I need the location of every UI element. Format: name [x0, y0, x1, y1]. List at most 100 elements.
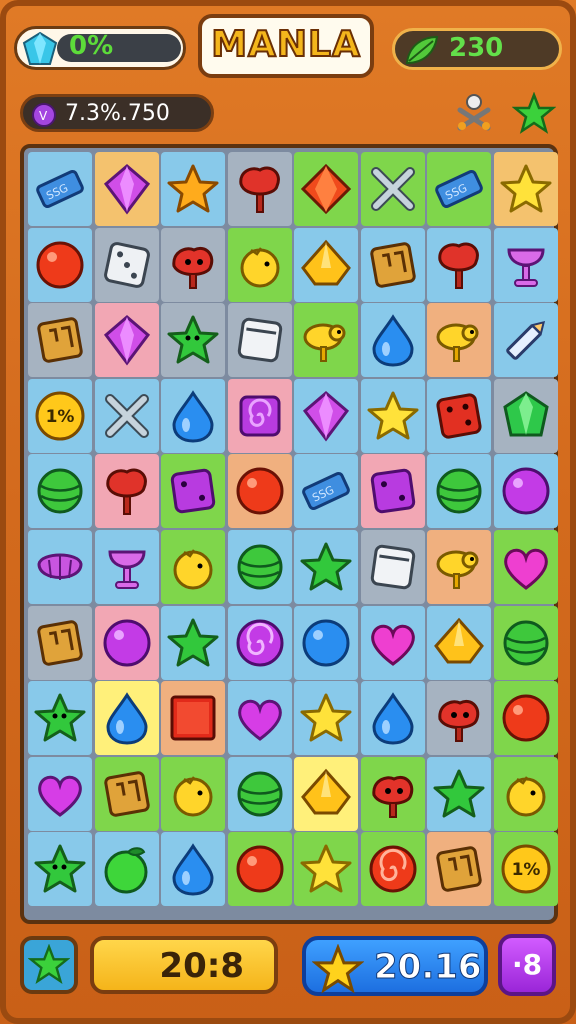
blue-drop-icon: [172, 390, 214, 443]
green-star-creature-icon: [34, 844, 86, 893]
tile-purple-die[interactable]: [161, 454, 225, 529]
leaf-counter[interactable]: 230: [392, 28, 562, 70]
tile-green-candy[interactable]: [227, 529, 292, 604]
tile-silver-tools[interactable]: [360, 152, 425, 226]
tile-green-star[interactable]: [294, 529, 358, 604]
tile-white-box[interactable]: [360, 529, 425, 604]
tools-icon[interactable]: [452, 92, 496, 136]
tile-red-tree[interactable]: [227, 152, 292, 226]
tile-green-star[interactable]: [427, 756, 491, 831]
tile-yellow-star[interactable]: [493, 152, 558, 226]
tile-purple-gem[interactable]: [94, 303, 159, 378]
tile-percent-coin[interactable]: 1%: [28, 378, 92, 453]
tile-yellow-chick[interactable]: [227, 227, 292, 302]
tile-yellow-diamond[interactable]: [427, 605, 491, 680]
tile-yellow-chick[interactable]: [161, 529, 225, 604]
tile-blue-bar[interactable]: SSG: [294, 454, 358, 529]
tile-white-die[interactable]: [94, 227, 159, 302]
tile-purple-goblet[interactable]: [493, 227, 558, 302]
tile-green-candy[interactable]: [493, 605, 558, 680]
tile-blue-bar[interactable]: SSG: [427, 152, 491, 226]
tile-brown-crate[interactable]: [28, 605, 92, 680]
tile-brown-crate[interactable]: [360, 227, 425, 302]
tile-yellow-diamond[interactable]: [294, 756, 358, 831]
tile-purple-heart[interactable]: [28, 756, 92, 831]
blue-bar-icon: SSG: [36, 169, 84, 209]
tile-green-star-creature[interactable]: [161, 303, 225, 378]
tile-brown-crate[interactable]: [427, 832, 491, 907]
tile-red-ball[interactable]: [227, 454, 292, 529]
tile-green-candy[interactable]: [28, 454, 92, 529]
tile-silver-tools[interactable]: [94, 378, 159, 453]
pencil-icon: [505, 321, 545, 360]
tile-purple-die[interactable]: [360, 454, 425, 529]
tile-red-creature[interactable]: [427, 681, 491, 756]
red-creature-icon: [172, 246, 214, 289]
tile-purple-gem[interactable]: [94, 152, 159, 226]
tile-yellow-star[interactable]: [360, 378, 425, 453]
tile-green-star[interactable]: [161, 605, 225, 680]
tile-blue-drop[interactable]: [360, 681, 425, 756]
tile-brown-crate[interactable]: [28, 303, 92, 378]
gem-counter[interactable]: 0%: [14, 26, 186, 70]
tile-red-diamond[interactable]: [294, 152, 358, 226]
tile-green-star-creature[interactable]: [28, 832, 92, 907]
tile-red-ball[interactable]: [28, 227, 92, 302]
gem-counter-value: 0%: [69, 31, 114, 61]
tile-yellow-bird[interactable]: [427, 303, 491, 378]
stars-counter[interactable]: 20.16: [302, 936, 488, 996]
tile-pink-heart[interactable]: [360, 605, 425, 680]
tile-red-creature[interactable]: [360, 756, 425, 831]
tile-green-candy[interactable]: [227, 756, 292, 831]
tile-green-star-creature[interactable]: [28, 681, 92, 756]
star-icon[interactable]: [512, 92, 556, 136]
tile-green-candy[interactable]: [427, 454, 491, 529]
tile-purple-swirl[interactable]: [227, 605, 292, 680]
tile-red-ball[interactable]: [227, 832, 292, 907]
tile-yellow-diamond[interactable]: [294, 227, 358, 302]
purple-gem-icon: [103, 315, 150, 366]
leaf-counter-value: 230: [449, 33, 504, 63]
tile-red-die[interactable]: [427, 378, 491, 453]
tile-red-tree[interactable]: [427, 227, 491, 302]
tile-percent-coin[interactable]: 1%: [493, 832, 558, 907]
tile-purple-goblet[interactable]: [94, 529, 159, 604]
tile-purple-ball[interactable]: [493, 454, 558, 529]
tile-purple-shell[interactable]: [28, 529, 92, 604]
tile-yellow-star[interactable]: [294, 832, 358, 907]
tile-red-creature[interactable]: [161, 227, 225, 302]
tile-purple-heart[interactable]: [227, 681, 292, 756]
red-swirl-icon: [369, 845, 416, 893]
tile-red-swirl[interactable]: [360, 832, 425, 907]
yellow-bird-icon: [436, 323, 479, 363]
star-booster-button[interactable]: [20, 936, 78, 994]
moves-counter[interactable]: ·8: [498, 934, 556, 996]
tile-red-tree[interactable]: [94, 454, 159, 529]
tile-red-ball[interactable]: [493, 681, 558, 756]
tile-blue-drop[interactable]: [161, 832, 225, 907]
tile-purple-ball[interactable]: [94, 605, 159, 680]
star-icon: [28, 944, 70, 985]
tile-yellow-chick[interactable]: [493, 756, 558, 831]
tile-white-box[interactable]: [227, 303, 292, 378]
tile-pink-heart[interactable]: [493, 529, 558, 604]
tile-purple-swirl-box[interactable]: [227, 378, 292, 453]
tile-yellow-star[interactable]: [294, 681, 358, 756]
white-die-icon: [103, 241, 150, 288]
tile-blue-drop[interactable]: [94, 681, 159, 756]
tile-yellow-bird[interactable]: [294, 303, 358, 378]
tile-blue-drop[interactable]: [161, 378, 225, 453]
tile-red-square[interactable]: [161, 681, 225, 756]
tile-yellow-bird[interactable]: [427, 529, 491, 604]
tile-purple-gem[interactable]: [294, 378, 358, 453]
tile-green-apple[interactable]: [94, 832, 159, 907]
tile-blue-ball[interactable]: [294, 605, 358, 680]
tile-green-gem[interactable]: [493, 378, 558, 453]
tile-orange-star[interactable]: [161, 152, 225, 226]
tile-yellow-chick[interactable]: [161, 756, 225, 831]
green-star-creature-icon: [34, 693, 86, 742]
tile-blue-drop[interactable]: [360, 303, 425, 378]
tile-brown-crate[interactable]: [94, 756, 159, 831]
tile-blue-bar[interactable]: SSG: [28, 152, 92, 226]
tile-pencil[interactable]: [493, 303, 558, 378]
